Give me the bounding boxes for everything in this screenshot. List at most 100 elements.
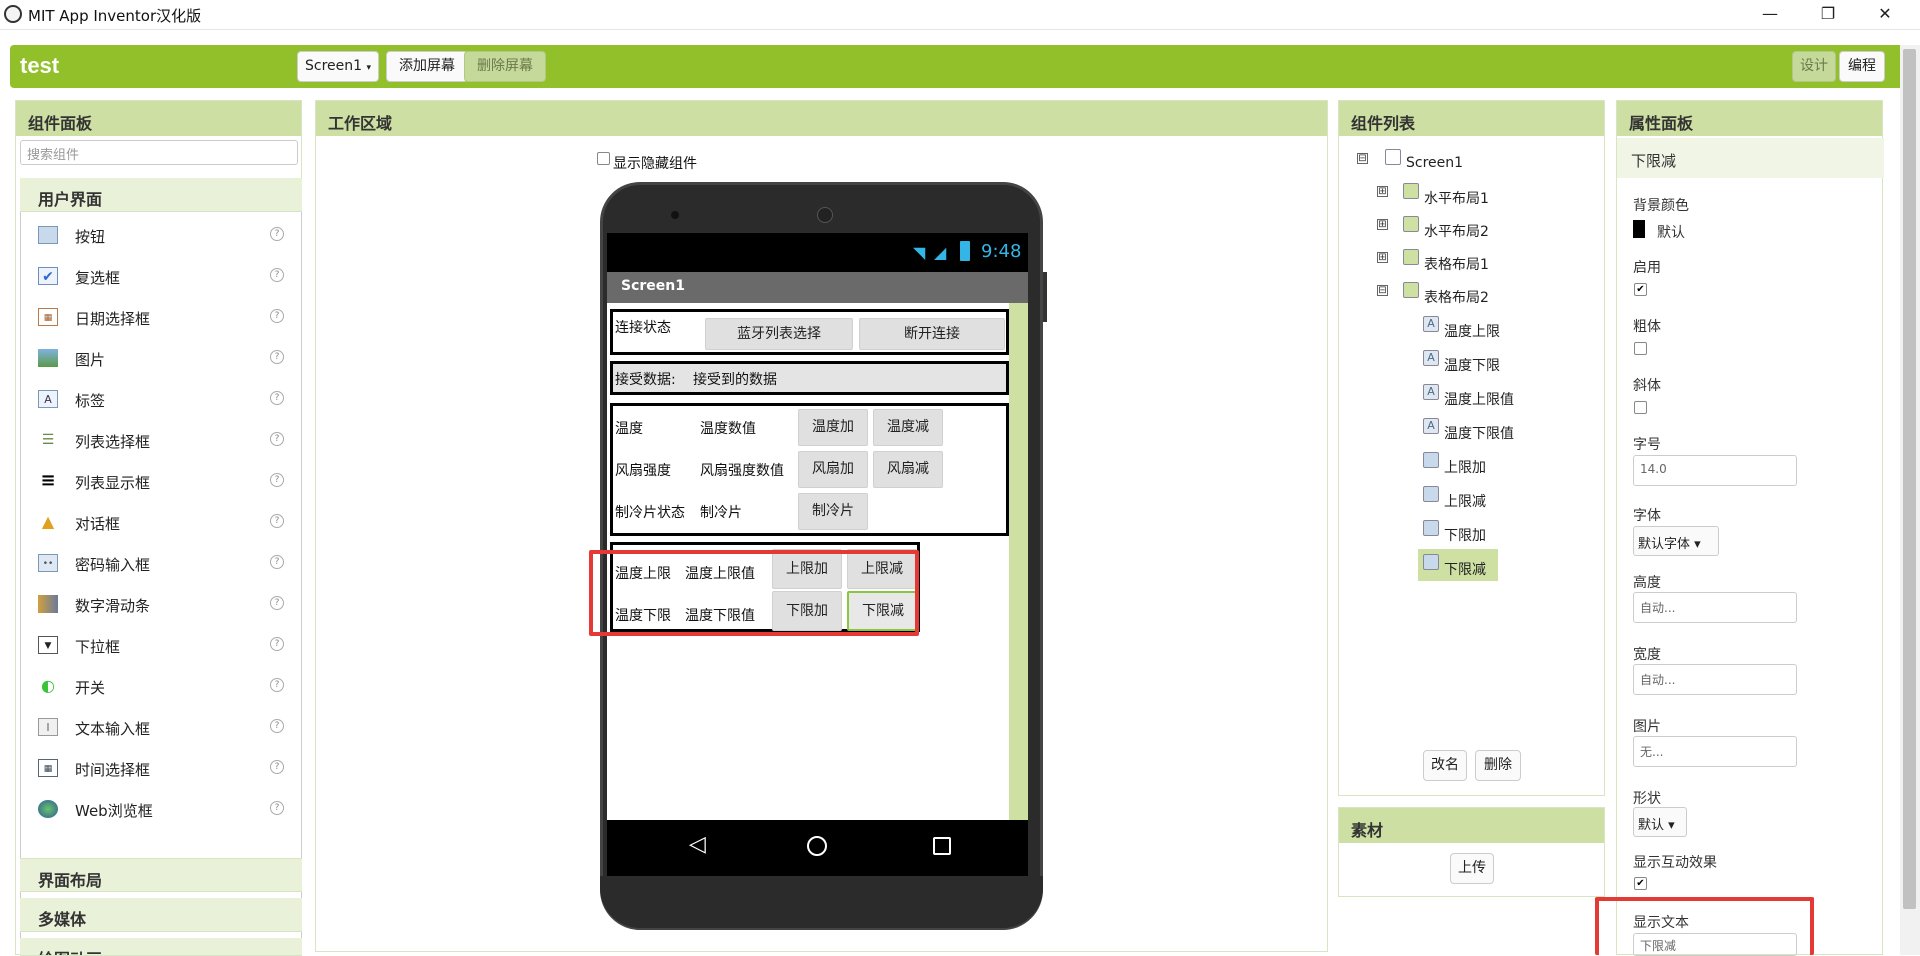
category-media[interactable]: 多媒体	[20, 898, 302, 932]
cooler-status-label[interactable]: 制冷片状态	[615, 502, 685, 522]
temperature-value[interactable]: 温度数值	[700, 418, 756, 438]
help-icon[interactable]: ?	[270, 350, 284, 364]
expand-icon[interactable]: ⊞	[1377, 186, 1388, 197]
palette-item-password[interactable]: •• 密码输入框?	[21, 542, 303, 583]
fan-down-button[interactable]: 风扇减	[873, 451, 943, 488]
tree-item-temp-upper[interactable]: 温度上限	[1444, 321, 1500, 341]
tree-item-horizontal-layout-1[interactable]: 水平布局1	[1424, 188, 1489, 208]
tree-item-upper-plus[interactable]: 上限加	[1444, 457, 1486, 477]
remove-screen-button[interactable]: 删除屏幕	[464, 51, 546, 82]
help-icon[interactable]: ?	[270, 719, 284, 733]
category-layout[interactable]: 界面布局	[20, 858, 302, 892]
tree-item-table-layout-2[interactable]: 表格布局2	[1424, 287, 1489, 307]
designer-button[interactable]: 设计	[1792, 51, 1836, 82]
help-icon[interactable]: ?	[270, 637, 284, 651]
fan-strength-label[interactable]: 风扇强度	[615, 460, 671, 480]
screen-select[interactable]: Screen1 ▾	[297, 51, 379, 82]
palette-item-timepicker[interactable]: ▦ 时间选择框?	[21, 747, 303, 788]
connection-status-label[interactable]: 连接状态	[615, 317, 671, 337]
palette-item-checkbox[interactable]: ✔ 复选框?	[21, 255, 303, 296]
category-drawing[interactable]: 绘图动画	[20, 938, 302, 956]
image-input[interactable]: 无...	[1633, 736, 1797, 767]
tree-item-table-layout-1[interactable]: 表格布局1	[1424, 254, 1489, 274]
page-scrollbar[interactable]	[1900, 45, 1920, 955]
italic-checkbox[interactable]	[1634, 401, 1647, 414]
font-select[interactable]: 默认字体 ▾	[1633, 526, 1719, 556]
close-button[interactable]: ✕	[1862, 0, 1908, 30]
help-icon[interactable]: ?	[270, 391, 284, 405]
palette-item-switch[interactable]: ◐ 开关?	[21, 665, 303, 706]
palette-item-spinner[interactable]: ▼ 下拉框?	[21, 624, 303, 665]
show-hidden-checkbox[interactable]	[597, 152, 610, 165]
color-swatch[interactable]	[1633, 220, 1645, 238]
horizontal-layout-2[interactable]: 接受数据: 接受到的数据	[610, 361, 1009, 395]
received-data-value[interactable]: 接受到的数据	[693, 369, 777, 389]
tree-item-screen1[interactable]: Screen1	[1406, 155, 1463, 171]
help-icon[interactable]: ?	[270, 309, 284, 323]
collapse-icon[interactable]: ⊟	[1357, 153, 1368, 164]
temp-down-button[interactable]: 温度减	[873, 409, 943, 446]
collapse-icon[interactable]: ⊟	[1377, 285, 1388, 296]
cooler-button[interactable]: 制冷片	[798, 493, 868, 530]
minimize-button[interactable]: —	[1747, 0, 1793, 30]
maximize-button[interactable]: ❐	[1805, 0, 1851, 30]
palette-item-listpicker[interactable]: ☰ 列表选择框?	[21, 419, 303, 460]
palette-search-input[interactable]: 搜索组件	[20, 140, 298, 165]
temperature-label[interactable]: 温度	[615, 418, 643, 438]
tree-item-temp-lower-value[interactable]: 温度下限值	[1444, 423, 1514, 443]
bold-checkbox[interactable]	[1634, 342, 1647, 355]
fan-strength-value[interactable]: 风扇强度数值	[700, 460, 784, 480]
expand-icon[interactable]: ⊞	[1377, 252, 1388, 263]
help-icon[interactable]: ?	[270, 227, 284, 241]
enabled-checkbox[interactable]: ✔	[1634, 283, 1647, 296]
tree-item-lower-minus[interactable]: 下限减	[1444, 559, 1486, 579]
scrollbar-thumb[interactable]	[1903, 49, 1916, 909]
add-screen-button[interactable]: 添加屏幕	[386, 51, 468, 82]
palette-item-datepicker[interactable]: ▦ 日期选择框?	[21, 296, 303, 337]
bluetooth-list-button[interactable]: 蓝牙列表选择	[705, 318, 853, 350]
help-icon[interactable]: ?	[270, 678, 284, 692]
palette-item-textbox[interactable]: I 文本输入框?	[21, 706, 303, 747]
screen-scrollbar[interactable]	[1009, 303, 1028, 820]
help-icon[interactable]: ?	[270, 432, 284, 446]
palette-item-slider[interactable]: 数字滑动条?	[21, 583, 303, 624]
rename-button[interactable]: 改名	[1423, 750, 1467, 781]
expand-icon[interactable]: ⊞	[1377, 219, 1388, 230]
tree-item-upper-minus[interactable]: 上限减	[1444, 491, 1486, 511]
temp-up-button[interactable]: 温度加	[798, 409, 868, 446]
help-icon[interactable]: ?	[270, 514, 284, 528]
cooler-value[interactable]: 制冷片	[700, 502, 742, 522]
palette-item-label[interactable]: A 标签?	[21, 378, 303, 419]
home-icon[interactable]	[807, 836, 827, 856]
help-icon[interactable]: ?	[270, 596, 284, 610]
height-input[interactable]: 自动...	[1633, 592, 1797, 623]
fan-up-button[interactable]: 风扇加	[798, 451, 868, 488]
recents-icon[interactable]	[933, 837, 951, 855]
back-icon[interactable]: ◁	[689, 832, 706, 857]
palette-item-image[interactable]: 图片?	[21, 337, 303, 378]
feedback-checkbox[interactable]: ✔	[1634, 877, 1647, 890]
help-icon[interactable]: ?	[270, 555, 284, 569]
palette-item-webviewer[interactable]: Web浏览框?	[21, 788, 303, 829]
help-icon[interactable]: ?	[270, 801, 284, 815]
blocks-button[interactable]: 编程	[1839, 51, 1885, 82]
receive-data-label[interactable]: 接受数据:	[615, 369, 676, 389]
palette-item-notifier[interactable]: ▲ 对话框?	[21, 501, 303, 542]
disconnect-button[interactable]: 断开连接	[859, 318, 1005, 350]
delete-button[interactable]: 删除	[1475, 750, 1521, 781]
help-icon[interactable]: ?	[270, 760, 284, 774]
tree-item-horizontal-layout-2[interactable]: 水平布局2	[1424, 221, 1489, 241]
tree-item-temp-lower[interactable]: 温度下限	[1444, 355, 1500, 375]
help-icon[interactable]: ?	[270, 268, 284, 282]
table-layout-1[interactable]: 温度 温度数值 温度加 温度减 风扇强度 风扇强度数值 风扇加 风扇减 制冷片状…	[610, 403, 1009, 536]
tree-item-temp-upper-value[interactable]: 温度上限值	[1444, 389, 1514, 409]
bg-color-value[interactable]: 默认	[1657, 222, 1685, 242]
tree-item-lower-plus[interactable]: 下限加	[1444, 525, 1486, 545]
palette-item-button[interactable]: 按钮?	[21, 214, 303, 255]
upload-button[interactable]: 上传	[1450, 853, 1494, 884]
width-input[interactable]: 自动...	[1633, 664, 1797, 695]
shape-select[interactable]: 默认 ▾	[1633, 807, 1687, 837]
category-user-interface[interactable]: 用户界面	[20, 178, 302, 212]
horizontal-layout-1[interactable]: 连接状态 蓝牙列表选择 断开连接	[610, 309, 1009, 355]
help-icon[interactable]: ?	[270, 473, 284, 487]
